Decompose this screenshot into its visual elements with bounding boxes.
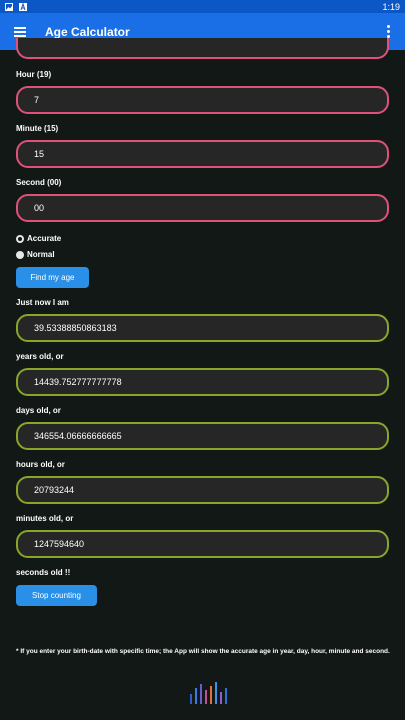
radio-normal[interactable]: Normal xyxy=(16,250,55,259)
hours-label: hours old, or xyxy=(16,460,65,469)
app-title: Age Calculator xyxy=(45,24,130,39)
status-bar: 1:19 xyxy=(0,0,405,13)
hours-output: 346554.06666666665 xyxy=(16,422,389,450)
hour-label: Hour (19) xyxy=(16,70,52,79)
second-input[interactable]: 00 xyxy=(16,194,389,222)
years-label: years old, or xyxy=(16,352,64,361)
status-time: 1:19 xyxy=(382,1,400,12)
radio-unselected-icon xyxy=(16,250,24,259)
image-icon xyxy=(5,2,13,11)
seconds-output: 1247594640 xyxy=(16,530,389,558)
logo-bars-icon xyxy=(190,682,227,704)
more-options-icon[interactable] xyxy=(387,25,390,38)
days-output: 14439.752777777778 xyxy=(16,368,389,396)
minute-input[interactable]: 15 xyxy=(16,140,389,168)
footnote: * If you enter your birth-date with spec… xyxy=(16,648,390,655)
font-icon xyxy=(19,2,27,11)
minute-label: Minute (15) xyxy=(16,124,59,133)
hour-input[interactable]: 7 xyxy=(16,86,389,114)
radio-accurate[interactable]: Accurate xyxy=(16,234,61,243)
minutes-output: 20793244 xyxy=(16,476,389,504)
stop-counting-button[interactable]: Stop counting xyxy=(16,585,97,606)
years-output: 39.53388850863183 xyxy=(16,314,389,342)
radio-normal-label: Normal xyxy=(27,250,55,259)
radio-accurate-label: Accurate xyxy=(27,234,62,243)
radio-selected-icon xyxy=(16,234,24,243)
second-label: Second (00) xyxy=(16,178,62,187)
date-input-partial[interactable] xyxy=(16,38,389,59)
intro-label: Just now I am xyxy=(16,298,69,307)
find-my-age-button[interactable]: Find my age xyxy=(16,267,89,288)
menu-icon[interactable] xyxy=(14,26,26,37)
days-label: days old, or xyxy=(16,406,61,415)
seconds-label: seconds old !! xyxy=(16,568,71,577)
minutes-label: minutes old, or xyxy=(16,514,74,523)
